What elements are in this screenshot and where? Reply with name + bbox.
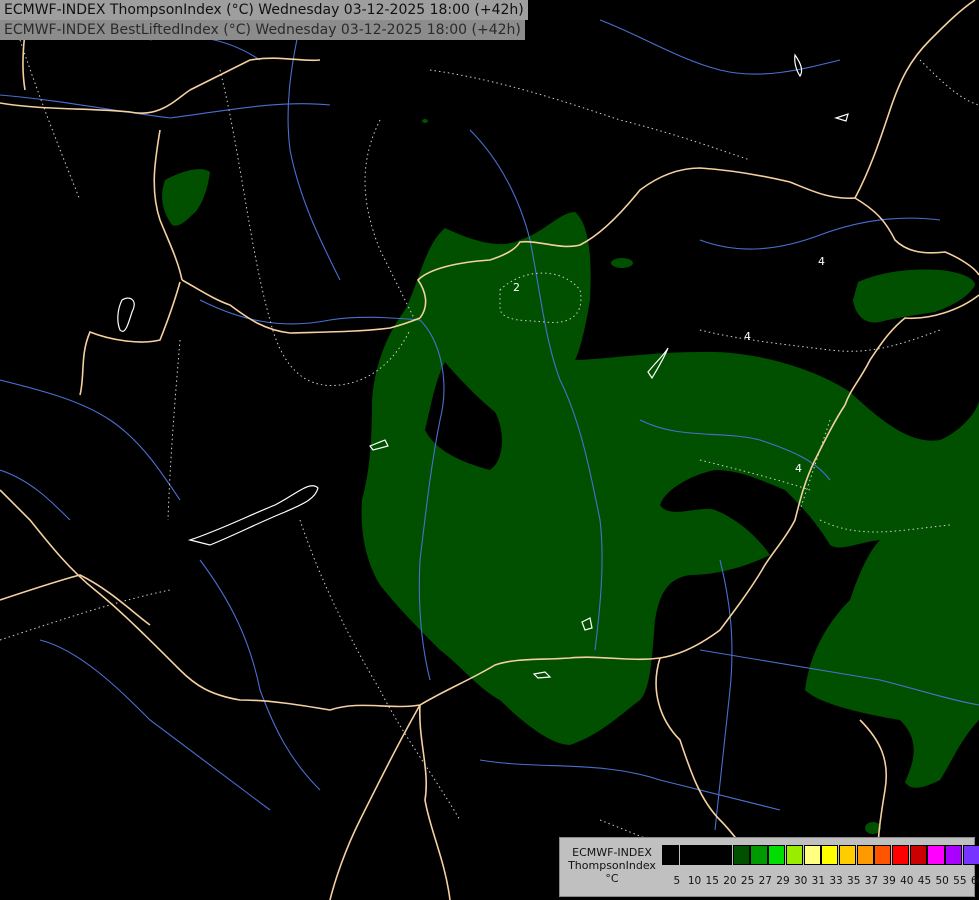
legend-tick-label: 35 <box>847 875 861 887</box>
legend-label: ECMWF-INDEX ThompsonIndex °C <box>566 846 658 885</box>
legend-tick-label: 29 <box>776 875 790 887</box>
legend-swatch <box>803 845 821 865</box>
legend-tick-label: 50 <box>935 875 949 887</box>
legend-tick-label: 25 <box>740 875 755 887</box>
legend-unit: °C <box>605 872 619 885</box>
contour-label: 4 <box>795 462 802 475</box>
legend-ticks: 5 1015 202527 29303133 353739 404550 5560 <box>668 875 979 887</box>
legend-tick-label: 33 <box>829 875 843 887</box>
map-title-block: ECMWF-INDEX ThompsonIndex (°C) Wednesday… <box>0 0 528 40</box>
legend-tick-label: 39 <box>882 875 896 887</box>
contour-label: 2 <box>513 281 520 294</box>
legend-swatches <box>662 845 979 865</box>
legend-swatch <box>927 845 945 865</box>
legend-tick-label: 37 <box>864 875 879 887</box>
legend-swatch <box>821 845 839 865</box>
map-title-secondary: ECMWF-INDEX BestLiftedIndex (°C) Wednesd… <box>0 20 525 40</box>
legend-tick-label: 45 <box>917 875 932 887</box>
legend-swatch <box>838 845 857 865</box>
legend-swatch <box>891 845 910 865</box>
legend-tick-label: 30 <box>793 875 808 887</box>
legend-swatch <box>679 845 697 865</box>
legend-swatch <box>874 845 892 865</box>
legend-swatch <box>962 845 979 865</box>
legend-swatch <box>732 845 750 865</box>
legend-swatch <box>785 845 803 865</box>
weather-map: 2 4 4 4 <box>0 0 979 900</box>
legend-tick-label: 20 <box>723 875 737 887</box>
legend-tick-label: 15 <box>705 875 719 887</box>
legend-swatch <box>750 845 768 865</box>
legend-swatch <box>715 845 733 865</box>
legend-tick-label: 27 <box>758 875 772 887</box>
legend-swatch <box>697 845 715 865</box>
map-title-primary: ECMWF-INDEX ThompsonIndex (°C) Wednesday… <box>0 0 528 20</box>
color-legend: ECMWF-INDEX ThompsonIndex °C 5 10 15 20 25 27… <box>559 837 979 897</box>
legend-tick-label: 10 <box>687 875 702 887</box>
legend-swatch <box>768 845 786 865</box>
legend-tick-label: 40 <box>900 875 914 887</box>
legend-tick-label: 31 <box>811 875 826 887</box>
legend-tick-label: 60 <box>970 875 979 887</box>
legend-model: ECMWF-INDEX <box>572 846 652 859</box>
contour-label: 4 <box>744 330 751 343</box>
legend-swatch <box>856 845 874 865</box>
legend-parameter: ThompsonIndex <box>568 859 656 872</box>
legend-tick-label: 5 <box>673 875 681 887</box>
contour-label: 4 <box>818 255 825 268</box>
legend-swatch <box>945 845 963 865</box>
legend-swatch <box>909 845 927 865</box>
legend-swatch <box>662 845 680 865</box>
legend-tick-label: 55 <box>953 875 967 887</box>
